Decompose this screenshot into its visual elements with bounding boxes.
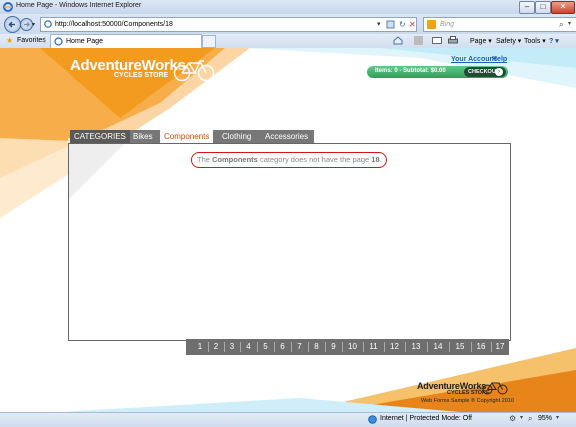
help-menu[interactable]: ? ▾ bbox=[549, 37, 559, 45]
page-link-16[interactable]: 16 bbox=[472, 339, 490, 355]
minimize-button[interactable]: – bbox=[519, 1, 535, 14]
page-link-3[interactable]: 3 bbox=[225, 339, 239, 355]
cart-bar: Items: 0 - Subtotal: $0.00 CHECKOUT › bbox=[367, 66, 508, 78]
arrow-right-icon: › bbox=[495, 68, 503, 76]
help-link[interactable]: Help bbox=[492, 56, 507, 63]
home-icon[interactable] bbox=[393, 36, 403, 45]
browser-tab-label: Home Page bbox=[66, 38, 103, 45]
stop-icon[interactable]: ✕ bbox=[409, 18, 416, 31]
ie-logo-icon bbox=[3, 2, 13, 12]
title-bar: Home Page - Windows Internet Explorer – … bbox=[0, 0, 576, 15]
safety-menu[interactable]: Safety ▾ bbox=[496, 37, 521, 45]
message-page: 18 bbox=[371, 155, 380, 164]
search-icon[interactable]: ⌕ bbox=[559, 18, 563, 31]
footer-bicycle-icon bbox=[482, 379, 508, 395]
history-dropdown-icon[interactable]: ▾ bbox=[32, 21, 35, 28]
search-box[interactable]: Bing ⌕ ▾ bbox=[423, 17, 576, 32]
protected-mode-icon[interactable]: ⚙ bbox=[509, 414, 516, 423]
favorites-separator: | bbox=[44, 37, 46, 44]
message-prefix: The bbox=[197, 155, 213, 164]
message-category: Components bbox=[212, 155, 258, 164]
zoom-level[interactable]: 95% bbox=[538, 415, 552, 422]
tab-components[interactable]: Components bbox=[160, 130, 214, 143]
tab-bikes[interactable]: Bikes bbox=[129, 130, 157, 143]
panel-decoration bbox=[69, 144, 124, 199]
page-link-5[interactable]: 5 bbox=[258, 339, 273, 355]
page-link-11[interactable]: 11 bbox=[364, 339, 383, 355]
page-link-6[interactable]: 6 bbox=[275, 339, 290, 355]
print-icon[interactable] bbox=[448, 36, 458, 45]
page-link-13[interactable]: 13 bbox=[406, 339, 426, 355]
tab-clothing[interactable]: Clothing bbox=[218, 130, 255, 143]
main-panel: The Components category does not have th… bbox=[68, 143, 511, 341]
window-title: Home Page - Windows Internet Explorer bbox=[16, 2, 142, 9]
error-message: The Components category does not have th… bbox=[197, 155, 382, 164]
cart-summary: Items: 0 - Subtotal: $0.00 bbox=[375, 68, 446, 74]
zoom-icon[interactable]: ⌕ bbox=[528, 414, 532, 424]
back-button[interactable] bbox=[4, 16, 21, 33]
checkout-button[interactable]: CHECKOUT › bbox=[464, 67, 506, 77]
page-menu[interactable]: Page ▾ bbox=[470, 37, 492, 45]
page-link-12[interactable]: 12 bbox=[385, 339, 404, 355]
favorites-button[interactable]: Favorites bbox=[17, 37, 46, 44]
footer-copyright: Web Forms Sample ® Copyright 2010 bbox=[421, 398, 514, 404]
bicycle-icon bbox=[173, 56, 215, 82]
page-link-15[interactable]: 15 bbox=[450, 339, 470, 355]
maximize-button[interactable]: □ bbox=[535, 1, 551, 14]
favorites-star-icon: ★ bbox=[6, 36, 14, 45]
categories-heading: CATEGORIES bbox=[70, 130, 130, 143]
message-middle: category does not have the page bbox=[257, 155, 372, 164]
new-tab-button[interactable] bbox=[202, 35, 216, 48]
security-zone: Internet | Protected Mode: Off bbox=[380, 415, 472, 422]
page-link-14[interactable]: 14 bbox=[428, 339, 448, 355]
feeds-icon[interactable] bbox=[414, 36, 423, 45]
zoom-dropdown-icon[interactable]: ▾ bbox=[556, 414, 559, 421]
page-link-8[interactable]: 8 bbox=[309, 339, 324, 355]
refresh-icon[interactable]: ↻ bbox=[399, 18, 406, 31]
protected-mode-dropdown-icon[interactable]: ▾ bbox=[520, 414, 523, 421]
page-icon bbox=[44, 20, 52, 28]
address-url: http://localhost:50000/Components/18 bbox=[55, 21, 173, 28]
globe-icon bbox=[368, 415, 377, 424]
page-link-4[interactable]: 4 bbox=[241, 339, 256, 355]
close-button[interactable]: ✕ bbox=[551, 1, 575, 14]
page-link-7[interactable]: 7 bbox=[292, 339, 307, 355]
site-logo[interactable]: AdventureWorks CYCLES STORE bbox=[70, 57, 186, 79]
bing-logo-icon bbox=[427, 20, 436, 29]
mail-icon[interactable] bbox=[432, 36, 442, 45]
page-link-1[interactable]: 1 bbox=[193, 339, 207, 355]
address-bar[interactable]: http://localhost:50000/Components/18 ▾ ↻… bbox=[40, 17, 417, 32]
your-account-link[interactable]: Your Account bbox=[451, 56, 496, 63]
tools-menu[interactable]: Tools ▾ bbox=[524, 37, 546, 45]
page-link-2[interactable]: 2 bbox=[209, 339, 223, 355]
browser-tab[interactable]: Home Page bbox=[50, 34, 202, 48]
page-link-9[interactable]: 9 bbox=[326, 339, 341, 355]
tab-accessories[interactable]: Accessories bbox=[261, 130, 312, 143]
compatibility-icon[interactable] bbox=[386, 20, 395, 29]
page-link-10[interactable]: 10 bbox=[343, 339, 362, 355]
search-dropdown-icon[interactable]: ▾ bbox=[568, 18, 571, 31]
tab-page-icon bbox=[54, 37, 63, 46]
status-bar: Internet | Protected Mode: Off ⚙ ▾ ⌕ 95%… bbox=[0, 412, 576, 427]
message-suffix: . bbox=[379, 155, 382, 164]
address-dropdown-icon[interactable]: ▾ bbox=[377, 18, 381, 31]
search-input[interactable]: Bing bbox=[440, 18, 454, 31]
page-link-17[interactable]: 17 bbox=[492, 339, 508, 355]
